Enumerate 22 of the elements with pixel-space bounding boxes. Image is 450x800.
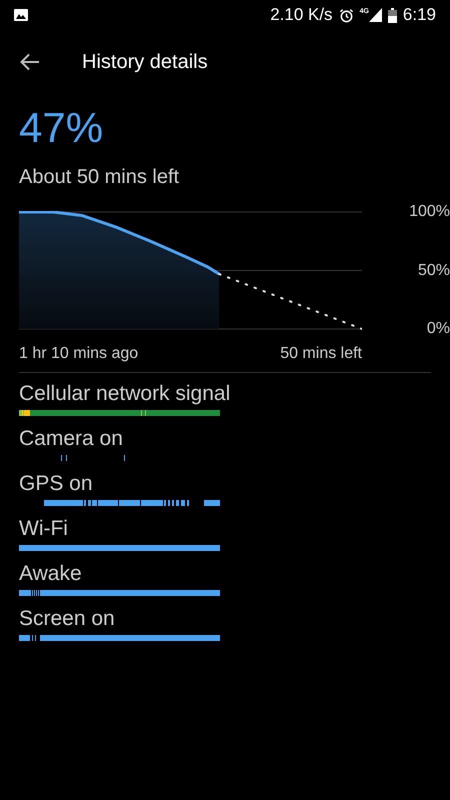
timeline-label: Cellular network signal: [19, 381, 232, 407]
end-time-label: 50 mins left: [280, 345, 362, 363]
time-remaining: About 50 mins left: [18, 166, 180, 189]
axis-label: 50%: [418, 262, 450, 280]
timeline-label: GPS on: [19, 471, 94, 497]
axis-label: 100%: [409, 203, 450, 221]
axis-label: 0%: [426, 320, 450, 338]
network-speed: 2.10 K/s: [270, 5, 333, 25]
timeline-bar: [61, 455, 125, 461]
back-arrow-icon[interactable]: [20, 53, 40, 71]
battery-icon: [388, 8, 397, 22]
start-time-label: 1 hr 10 mins ago: [19, 345, 138, 363]
battery-percentage: 47%: [18, 104, 104, 152]
timeline-label: Screen on: [19, 606, 116, 632]
image-icon: [14, 9, 28, 21]
signal-icon: [368, 8, 382, 22]
timeline-label: Awake: [19, 561, 83, 587]
timeline-label: Wi-Fi: [19, 516, 69, 542]
clock: 6:19: [402, 5, 436, 25]
timeline-label: Camera on: [19, 426, 124, 452]
page-title: History details: [82, 50, 208, 74]
alarm-icon: [338, 8, 354, 22]
